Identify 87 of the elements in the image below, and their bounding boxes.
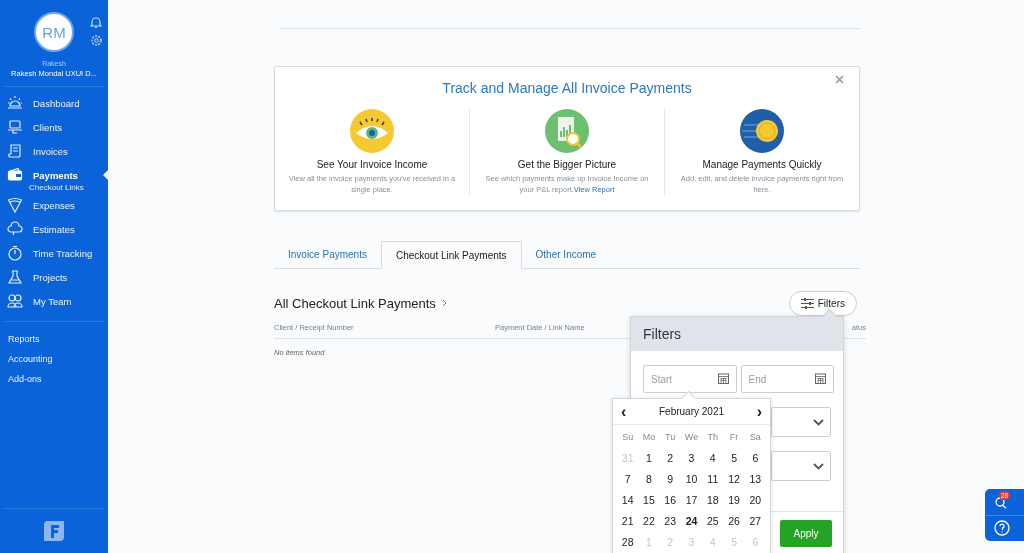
calendar-day[interactable]: 3: [680, 448, 703, 469]
nav-link[interactable]: Accounting: [0, 354, 108, 366]
calendar-day[interactable]: 2: [659, 448, 681, 469]
weekday-label: Mo: [641, 431, 657, 444]
weekday-label: Su: [621, 431, 635, 444]
nav-item[interactable]: Dashboard: [0, 91, 108, 115]
weekday-label: Fr: [728, 431, 740, 444]
calendar-day[interactable]: 15: [638, 490, 660, 511]
dropdown-field[interactable]: [771, 451, 831, 481]
nav-link[interactable]: Reports: [0, 334, 108, 346]
calendar-icon[interactable]: [815, 373, 826, 384]
previous-month-button[interactable]: ‹: [621, 403, 627, 420]
chevron-down-icon: [813, 462, 824, 470]
calendar-day[interactable]: 17: [680, 490, 703, 511]
invoice-icon: [7, 143, 23, 159]
calendar-day[interactable]: 11: [702, 469, 724, 490]
calendar-day[interactable]: 20: [744, 490, 766, 511]
tab[interactable]: Invoice Payments: [274, 241, 381, 268]
calendar-day[interactable]: 5: [723, 448, 745, 469]
bell-icon[interactable]: [90, 16, 102, 29]
calendar-day[interactable]: 9: [659, 469, 681, 490]
panel-title: Filters: [643, 326, 682, 342]
start-date-field[interactable]: Start: [643, 365, 737, 393]
nav-subitem[interactable]: Checkout Links: [0, 183, 108, 195]
report-icon: [545, 109, 589, 153]
help-icon[interactable]: [994, 520, 1010, 537]
calendar-day[interactable]: 27: [744, 511, 766, 532]
calendar-day[interactable]: 4: [702, 448, 724, 469]
sun-icon: [7, 95, 23, 111]
weekday-label: Tu: [664, 431, 677, 444]
nav-item[interactable]: Invoices: [0, 139, 108, 163]
filters-button[interactable]: Filters: [788, 290, 857, 316]
calendar-day[interactable]: 12: [723, 469, 745, 490]
calendar-day[interactable]: 18: [702, 490, 724, 511]
close-icon[interactable]: [835, 75, 844, 84]
end-date-field[interactable]: End: [740, 365, 834, 393]
weekday-label: We: [683, 431, 700, 444]
client-icon: [7, 119, 23, 135]
calendar-day[interactable]: 13: [744, 469, 766, 490]
calendar-day[interactable]: 1: [638, 448, 660, 469]
calendar-day[interactable]: 16: [659, 490, 681, 511]
feature-title: Manage Payments Quickly: [702, 159, 822, 170]
nav-item[interactable]: My Team: [0, 289, 108, 313]
calendar-day[interactable]: 19: [723, 490, 745, 511]
flask-icon: [7, 269, 23, 285]
nav-item[interactable]: Projects: [0, 265, 108, 289]
tab[interactable]: Other Income: [521, 241, 611, 268]
calendar-day[interactable]: 23: [659, 511, 681, 532]
logo-icon[interactable]: [42, 519, 66, 543]
cloud-icon: [7, 221, 23, 237]
calendar-day[interactable]: 10: [680, 469, 703, 490]
eye-icon: [350, 109, 394, 153]
pizza-icon: [7, 197, 23, 213]
chevron-down-icon: [813, 418, 824, 426]
nav-item[interactable]: Expenses: [0, 193, 108, 217]
calendar-day[interactable]: 14: [617, 490, 639, 511]
calendar-day[interactable]: 28: [617, 532, 639, 553]
sliders-icon: [800, 297, 814, 309]
calendar-day[interactable]: 22: [638, 511, 660, 532]
calendar-day[interactable]: 7: [617, 469, 639, 490]
calendar-icon[interactable]: [717, 373, 729, 384]
team-icon: [7, 293, 23, 309]
feature-title: Get the Bigger Picture: [517, 159, 617, 170]
calendar-day[interactable]: 26: [723, 511, 745, 532]
nav-item[interactable]: Time Tracking: [0, 241, 108, 265]
tab[interactable]: Checkout Link Payments: [380, 241, 522, 269]
chevron-right-icon[interactable]: [441, 299, 447, 307]
next-month-button[interactable]: ›: [756, 403, 762, 420]
calendar-day[interactable]: 24: [680, 511, 703, 532]
timer-icon: [7, 245, 23, 261]
wallet-icon: [7, 167, 23, 183]
card-title: Track and Manage All Invoice Payments: [442, 80, 692, 96]
dropdown-field[interactable]: [771, 407, 831, 437]
month-label: February 2021: [658, 406, 724, 417]
weekday-label: Th: [706, 431, 720, 444]
calendar-day[interactable]: 25: [702, 511, 724, 532]
nav-item[interactable]: Estimates: [0, 217, 108, 241]
settings-icon[interactable]: [90, 34, 103, 47]
calendar-day[interactable]: 8: [638, 469, 660, 490]
coin-icon: [740, 109, 784, 153]
nav-link[interactable]: Add-ons: [0, 374, 108, 386]
weekday-label: Sa: [748, 431, 762, 444]
calendar-day[interactable]: 6: [744, 448, 766, 469]
feature-title: See Your Invoice Income: [316, 159, 428, 170]
nav-item[interactable]: Clients: [0, 115, 108, 139]
calendar-day[interactable]: 21: [617, 511, 639, 532]
list-title: All Checkout Link Payments: [274, 295, 436, 311]
